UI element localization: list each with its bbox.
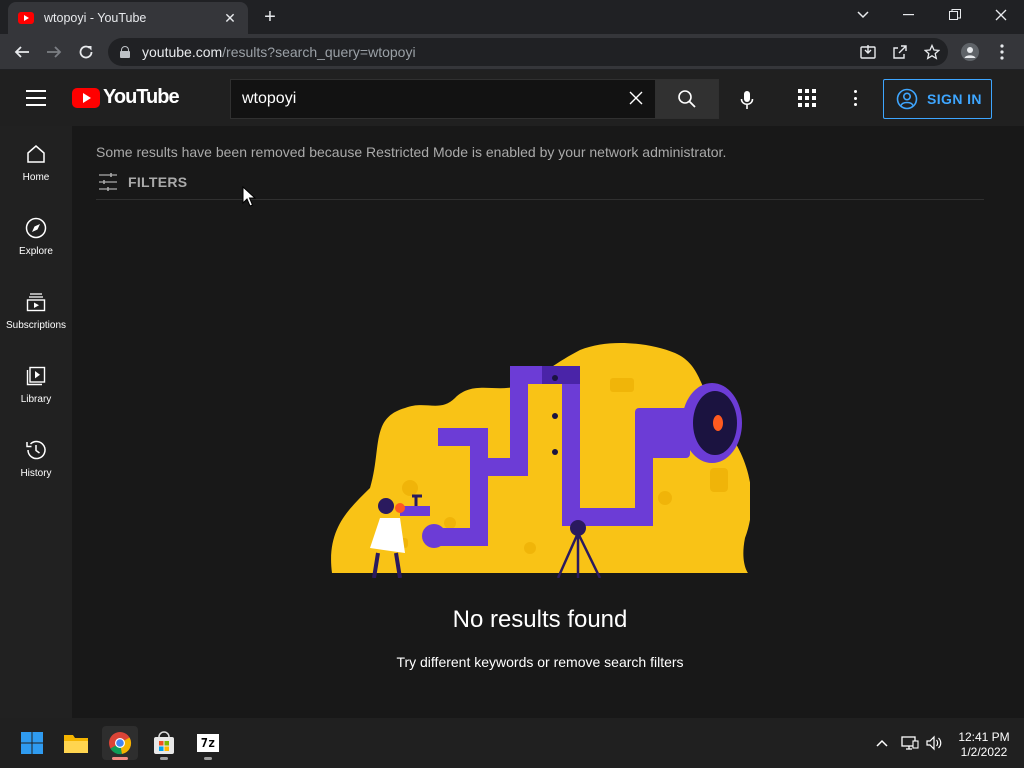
clock-date: 1/2/2022 [960,745,1008,759]
running-app-indicator [204,757,212,760]
voice-search-mic-icon[interactable] [733,86,761,114]
browser-toolbar: youtube.com/results?search_query=wtopoyi [0,34,1024,70]
filters-label: FILTERS [128,174,188,190]
7zip-label: 7z [197,734,219,752]
close-window-button[interactable] [978,0,1024,30]
profile-icon[interactable] [958,40,982,64]
youtube-apps-grid-icon[interactable] [795,86,819,110]
running-app-indicator [160,757,168,760]
network-icon[interactable] [900,734,920,752]
sidebar-item-library[interactable]: Library [0,348,72,422]
tab-title: wtopoyi - YouTube [44,11,147,25]
filter-sliders-icon [99,173,117,191]
account-circle-icon [896,88,918,110]
taskbar-clock[interactable]: 12:41 PM 1/2/2022 [950,730,1018,760]
search-icon [678,90,696,108]
bookmark-star-icon[interactable] [922,42,942,62]
reload-button[interactable] [74,40,98,64]
sidebar-item-explore[interactable]: Explore [0,200,72,274]
sidebar-item-label: Home [22,172,50,183]
logo-text: YouTube [103,86,180,108]
search-box [230,79,656,119]
settings-more-icon[interactable] [845,88,865,108]
volume-icon[interactable] [924,734,944,752]
no-results-subtitle: Try different keywords or remove search … [396,654,684,670]
library-icon [24,364,48,388]
sign-in-button[interactable]: SIGN IN [883,79,992,119]
file-explorer-icon[interactable] [58,726,94,760]
new-tab-button[interactable]: + [258,6,282,28]
chevron-down-icon[interactable] [840,0,886,30]
divider [96,199,984,200]
browser-tab[interactable]: wtopoyi - YouTube ✕ [8,2,248,34]
search-input[interactable] [242,90,612,108]
youtube-favicon-icon [18,12,34,24]
sign-in-label: SIGN IN [927,91,982,107]
windows-taskbar: 7z 12:41 PM 1/2/2022 [0,718,1024,768]
forward-button[interactable] [42,40,66,64]
back-button[interactable] [10,40,34,64]
mouse-cursor-icon [242,186,256,207]
sidebar: Home Explore Subscriptions Library Histo… [0,126,72,718]
filters-button[interactable]: FILTERS [96,170,187,194]
address-bar[interactable]: youtube.com/results?search_query=wtopoyi [108,38,948,66]
active-app-indicator [112,757,128,760]
url-text: youtube.com/results?search_query=wtopoyi [142,44,416,60]
sidebar-item-history[interactable]: History [0,422,72,496]
sidebar-item-home[interactable]: Home [0,126,72,200]
7zip-icon[interactable]: 7z [190,726,226,760]
home-icon [24,142,48,166]
no-results-title: No results found [452,606,628,633]
sidebar-item-label: Explore [19,246,53,257]
sidebar-item-label: Subscriptions [5,320,67,331]
minimize-button[interactable] [886,0,932,30]
share-icon[interactable] [890,42,910,62]
restore-button[interactable] [932,0,978,30]
no-results-telescope-illustration [331,342,750,578]
search-results-main: Some results have been removed because R… [72,126,1024,718]
compass-icon [24,216,48,240]
restricted-mode-notice: Some results have been removed because R… [96,144,727,160]
windows-start-icon[interactable] [14,726,50,760]
browser-tabstrip: wtopoyi - YouTube ✕ + [0,0,1024,34]
chrome-icon[interactable] [102,726,138,760]
install-icon[interactable] [858,42,878,62]
lock-icon [120,46,130,58]
clock-time: 12:41 PM [958,730,1010,744]
sidebar-item-label: Library [20,394,52,405]
search-button[interactable] [655,79,719,119]
microsoft-store-icon[interactable] [146,726,182,760]
youtube-logo[interactable]: YouTube [72,86,180,109]
hamburger-menu-icon[interactable] [26,90,46,106]
clear-search-icon[interactable] [627,90,645,108]
sidebar-item-subscriptions[interactable]: Subscriptions [0,274,72,348]
youtube-masthead: YouTube SIGN IN [0,70,1024,126]
history-icon [24,438,48,462]
tab-close-button[interactable]: ✕ [222,10,238,27]
subscriptions-icon [24,290,48,314]
browser-menu-icon[interactable] [990,40,1014,64]
sidebar-item-label: History [20,468,52,479]
youtube-play-icon [72,87,100,108]
show-hidden-icons-chevron-icon[interactable] [872,734,892,752]
